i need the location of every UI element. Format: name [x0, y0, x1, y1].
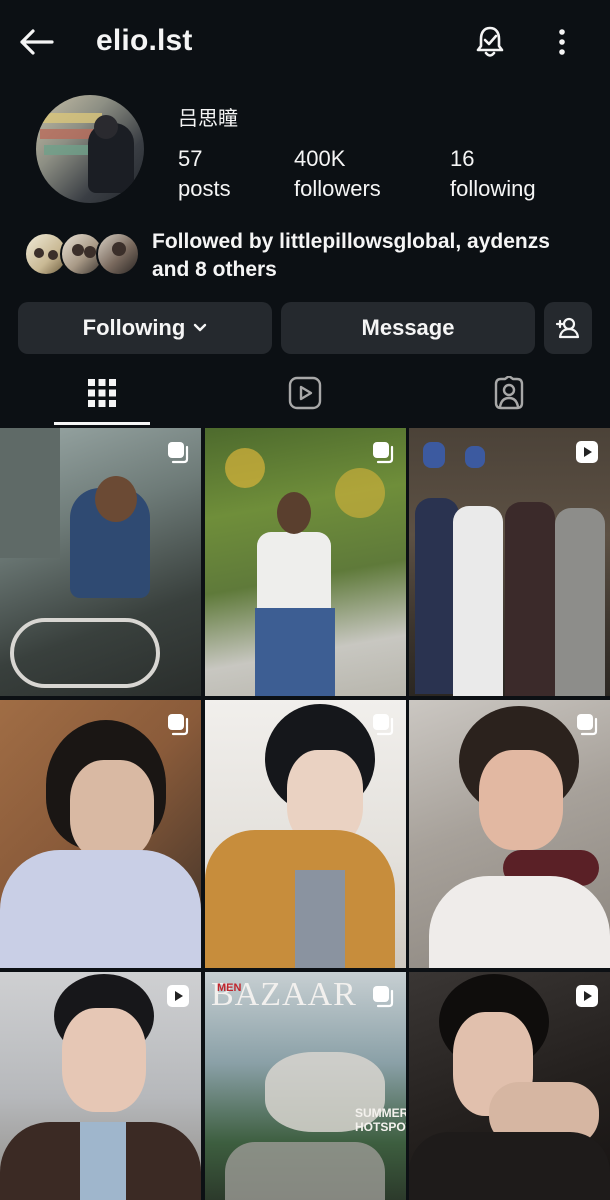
- top-bar: elio.lst: [0, 0, 610, 84]
- tab-reels[interactable]: [257, 362, 353, 424]
- reel-icon: [574, 440, 600, 464]
- post-thumbnail[interactable]: [0, 972, 201, 1200]
- suggested-users-button[interactable]: [544, 302, 592, 354]
- carousel-icon: [574, 712, 600, 736]
- profile-username: elio.lst: [96, 24, 193, 57]
- followers-count-value: 400K: [294, 146, 346, 171]
- posts-grid: BAZAAR MEN SUMMERY HOTSPOT: [0, 428, 610, 1200]
- display-name: 吕思瞳: [178, 108, 238, 130]
- post-thumbnail[interactable]: [0, 428, 201, 696]
- reel-icon: [574, 984, 600, 1008]
- followers-count[interactable]: 400K followers: [294, 146, 381, 206]
- magazine-subtitle: MEN: [217, 982, 242, 994]
- post-thumbnail[interactable]: [409, 700, 610, 968]
- following-button-label: Following: [82, 315, 186, 340]
- post-thumbnail[interactable]: [0, 700, 201, 968]
- bell-icon: [476, 26, 504, 57]
- add-user-icon: [555, 317, 580, 339]
- carousel-icon: [165, 712, 191, 736]
- following-count[interactable]: 16 following: [450, 146, 536, 206]
- followed-by-text[interactable]: Followed by littlepillowsglobal, aydenzs…: [152, 228, 592, 284]
- profile-avatar[interactable]: [36, 95, 144, 203]
- tagged-icon: [494, 376, 524, 410]
- active-tab-indicator: [54, 422, 150, 425]
- carousel-icon: [370, 712, 396, 736]
- reels-icon: [288, 376, 322, 410]
- posts-grid-icon: [88, 379, 116, 407]
- followers-count-label: followers: [294, 176, 381, 201]
- reel-icon: [165, 984, 191, 1008]
- mutual-avatar: [96, 232, 140, 276]
- chevron-down-icon: [193, 323, 207, 333]
- back-arrow-icon: [20, 29, 54, 55]
- magazine-cover-line: SUMMERY HOTSPOT: [355, 1106, 406, 1134]
- carousel-icon: [165, 440, 191, 464]
- carousel-icon: [370, 984, 396, 1008]
- more-options-button[interactable]: [542, 20, 582, 64]
- tab-tagged[interactable]: [461, 362, 557, 424]
- post-thumbnail[interactable]: [409, 972, 610, 1200]
- following-button[interactable]: Following: [18, 302, 272, 354]
- message-button-label: Message: [361, 315, 455, 340]
- notifications-button[interactable]: [468, 20, 512, 64]
- more-vertical-icon: [559, 29, 565, 55]
- post-thumbnail[interactable]: BAZAAR MEN SUMMERY HOTSPOT: [205, 972, 406, 1200]
- post-thumbnail[interactable]: [409, 428, 610, 696]
- following-count-value: 16: [450, 146, 475, 171]
- posts-count[interactable]: 57 posts: [178, 146, 231, 206]
- following-count-label: following: [450, 176, 536, 201]
- post-thumbnail[interactable]: [205, 700, 406, 968]
- posts-count-label: posts: [178, 176, 231, 201]
- profile-tabs: [0, 362, 610, 426]
- tab-posts-grid[interactable]: [54, 362, 150, 424]
- mutual-followers-avatars[interactable]: [24, 232, 140, 276]
- carousel-icon: [370, 440, 396, 464]
- post-thumbnail[interactable]: [205, 428, 406, 696]
- posts-count-value: 57: [178, 146, 203, 171]
- message-button[interactable]: Message: [281, 302, 535, 354]
- back-button[interactable]: [14, 22, 58, 62]
